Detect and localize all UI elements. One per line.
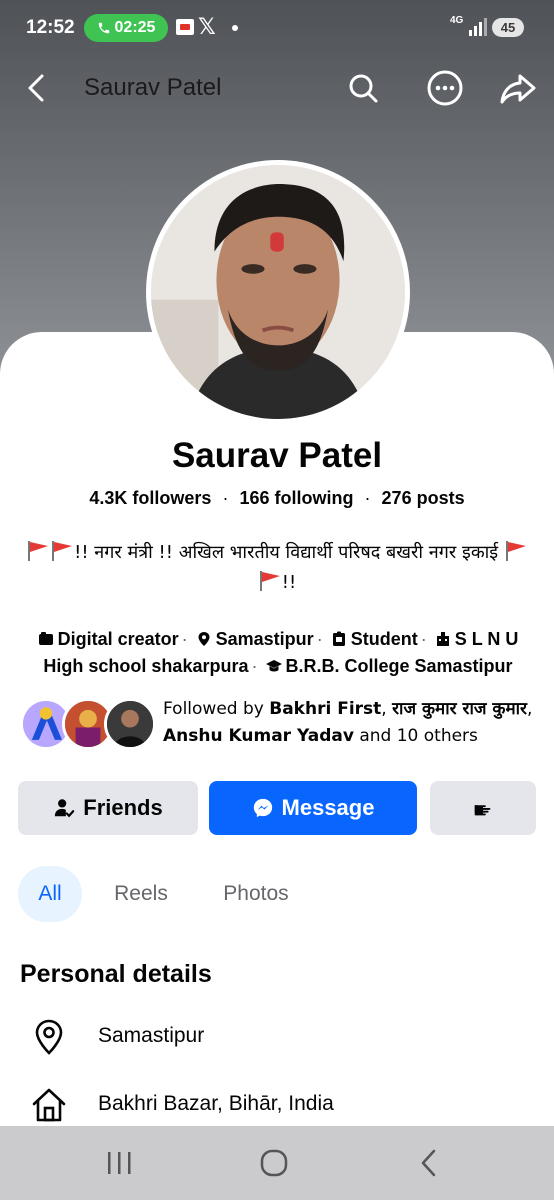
- comma: ,: [526, 699, 533, 719]
- following-count[interactable]: 166: [239, 488, 269, 508]
- more-notifications-dot: [232, 25, 238, 31]
- mutual-avatar: [104, 698, 156, 750]
- posts-label: posts: [416, 488, 465, 508]
- battery-indicator: 45: [492, 18, 524, 37]
- separator: ·: [316, 629, 323, 649]
- tab-photos[interactable]: Photos: [208, 866, 304, 922]
- tab-all[interactable]: All: [18, 866, 82, 922]
- profile-avatar[interactable]: [146, 160, 410, 424]
- network-type: 4G: [450, 15, 464, 26]
- mutual-name-1[interactable]: Bakhri First: [269, 699, 381, 719]
- detail-row-location[interactable]: Samastipur: [30, 1018, 530, 1058]
- comma: ,: [381, 699, 387, 719]
- signal-icon: [469, 18, 487, 36]
- location-pin-icon: [35, 1019, 63, 1055]
- college-text: B.R.B. College Samastipur: [285, 656, 513, 676]
- call-timer: 02:25: [114, 19, 156, 36]
- x-app-icon: 𝕏: [198, 14, 216, 39]
- bio-text: !! नगर मंत्री !! अखिल भारतीय विद्यार्थी …: [74, 542, 499, 563]
- more-options-icon[interactable]: [425, 68, 465, 108]
- share-icon[interactable]: [498, 68, 538, 108]
- separator: ·: [251, 656, 258, 676]
- message-button[interactable]: Message: [209, 781, 417, 835]
- home-button-icon[interactable]: [254, 1146, 294, 1180]
- creator-icon: [38, 632, 53, 645]
- flag-icon: [52, 541, 73, 561]
- mutual-name-3[interactable]: Anshu Kumar Yadav: [163, 726, 354, 746]
- student-badge-icon: [332, 631, 345, 646]
- graduation-cap-icon: [265, 660, 282, 672]
- location-text: Samastipur: [215, 629, 314, 649]
- category-text: Digital creator: [57, 629, 179, 649]
- bio-end: !!: [281, 572, 297, 593]
- separator: ·: [364, 488, 371, 508]
- battery-level: 45: [500, 20, 516, 35]
- mutual-avatar-image: [107, 701, 153, 747]
- app-notification-icon: [176, 19, 194, 35]
- friends-button[interactable]: Friends: [18, 781, 198, 835]
- location-pin-icon: [198, 632, 210, 646]
- hand-pointing-icon: [474, 805, 491, 816]
- friend-check-icon: [55, 799, 75, 818]
- separator: ·: [420, 629, 427, 649]
- detail-text: Samastipur: [98, 1024, 205, 1047]
- page-title: Saurav Patel: [84, 74, 222, 101]
- search-icon[interactable]: [343, 68, 383, 108]
- tab-reels[interactable]: Reels: [100, 866, 182, 922]
- status-time: 12:52: [26, 17, 75, 38]
- intro-details: Digital creator · Samastipur · Student · S …: [18, 626, 538, 680]
- back-arrow-icon[interactable]: [20, 70, 54, 106]
- system-navigation-bar: [0, 1126, 554, 1200]
- mutual-followers[interactable]: Followed by Bakhri First, राज कुमार राज …: [20, 696, 540, 756]
- phone-icon: [98, 22, 109, 34]
- profile-name: Saurav Patel: [171, 436, 383, 475]
- followed-by-prefix: Followed by: [163, 699, 264, 719]
- friends-label: Friends: [83, 795, 163, 820]
- followed-by-text: Followed by Bakhri First, राज कुमार राज …: [163, 696, 543, 750]
- status-bar: 12:52 02:25 𝕏 4G 45: [0, 0, 554, 56]
- profile-bio: !! नगर मंत्री !! अखिल भारतीय विद्यार्थी …: [20, 538, 534, 598]
- flag-icon: [259, 571, 280, 591]
- role-text: Student: [350, 629, 418, 649]
- home-icon: [32, 1088, 66, 1122]
- mutual-name-2[interactable]: राज कुमार राज कुमार: [392, 699, 527, 719]
- posts-count: 276: [381, 488, 412, 508]
- back-icon[interactable]: [410, 1146, 450, 1180]
- flag-icon: [28, 541, 49, 561]
- separator: ·: [222, 488, 229, 508]
- profile-header: Saurav Patel: [0, 60, 554, 116]
- separator: ·: [181, 629, 188, 649]
- detail-text: Bakhri Bazar, Bihār, India: [98, 1092, 334, 1115]
- followers-label[interactable]: followers: [132, 488, 211, 508]
- section-title: Personal details: [20, 960, 212, 988]
- recent-apps-icon[interactable]: [99, 1146, 139, 1180]
- school-icon: [436, 632, 449, 646]
- following-label[interactable]: following: [275, 488, 354, 508]
- profile-tabs: All Reels Photos: [18, 866, 538, 922]
- messenger-icon: [253, 798, 272, 818]
- poke-button[interactable]: [430, 781, 536, 835]
- profile-photo: [151, 165, 405, 419]
- detail-row-home[interactable]: Bakhri Bazar, Bihār, India: [30, 1086, 530, 1126]
- profile-stats: 4.3K followers · 166 following · 276 pos…: [0, 488, 554, 509]
- message-label: Message: [281, 795, 375, 820]
- ongoing-call-pill[interactable]: 02:25: [84, 14, 168, 42]
- flag-icon: [505, 541, 526, 561]
- followed-by-suffix: and 10 others: [359, 726, 478, 746]
- followers-count[interactable]: 4.3K: [89, 488, 127, 508]
